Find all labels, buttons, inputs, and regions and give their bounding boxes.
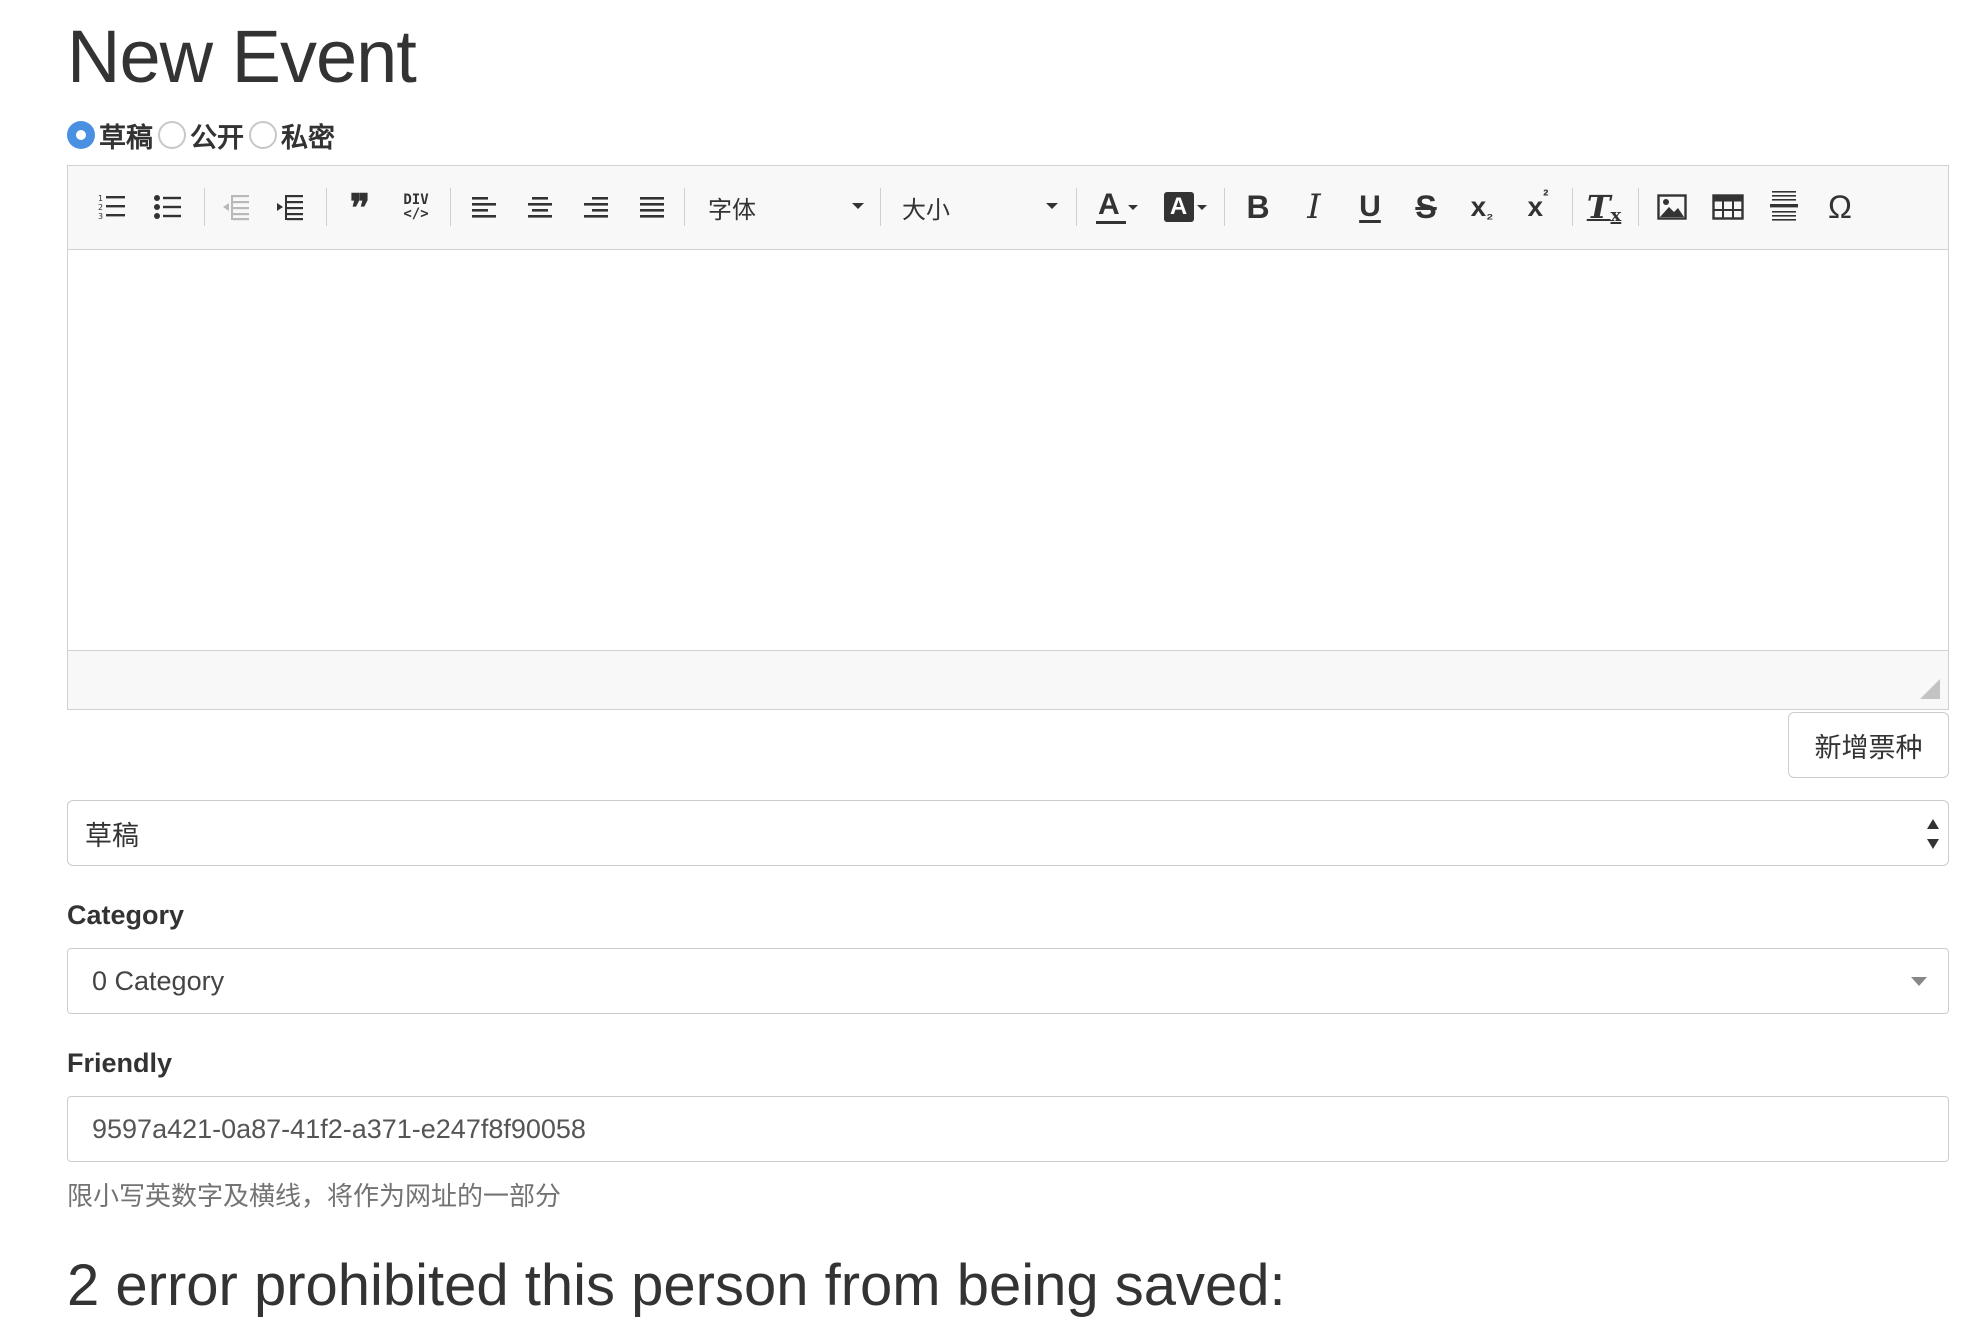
caret-down-icon [1128,204,1138,210]
font-size-select[interactable]: 大小 [902,184,1058,230]
toolbar-separator [1638,188,1639,226]
editor-content-area[interactable] [68,250,1948,650]
superscript-glyph-small: ² [1543,188,1549,205]
special-character-icon[interactable]: Ω [1818,184,1862,230]
table-icon[interactable] [1706,184,1750,230]
horizontal-line-icon[interactable] [1762,184,1806,230]
subscript-glyph: x [1470,191,1487,222]
text-color-icon[interactable]: A [1090,184,1144,230]
svg-text:2: 2 [98,203,103,212]
caret-down-icon [1196,204,1207,210]
align-right-icon[interactable] [574,184,618,230]
numbered-list-icon[interactable]: 123 [90,184,134,230]
toolbar-separator [1224,188,1225,226]
friendly-url-input[interactable] [67,1096,1949,1162]
text-color-glyph: A [1098,188,1120,221]
background-color-glyph: A [1163,192,1194,222]
editor-status-bar [68,650,1948,709]
toolbar-separator [1572,188,1573,226]
add-ticket-type-button[interactable]: 新增票种 [1788,712,1949,778]
remove-format-icon[interactable]: T x [1582,184,1626,230]
div-glyph-bottom: </> [403,206,429,222]
status-select-value: 草稿 [85,820,139,851]
page-title: New Event [67,15,417,98]
status-radio-group: 草稿 公开 私密 [67,115,340,155]
caret-down-icon [1046,203,1058,209]
caret-down-icon [852,203,864,209]
subscript-glyph-small: ₂ [1486,206,1494,223]
status-select[interactable]: 草稿 [67,800,1949,866]
toolbar-separator [204,188,205,226]
underline-icon[interactable]: U [1348,184,1392,230]
up-down-arrows-icon [1926,817,1940,851]
background-color-icon[interactable]: A [1158,184,1212,230]
remove-format-glyph-small: x [1610,204,1622,226]
subscript-icon[interactable]: x ₂ [1460,184,1504,230]
outdent-icon[interactable] [214,184,258,230]
category-select-value: 0 Category [92,965,225,996]
font-family-select[interactable]: 字体 [708,184,864,230]
superscript-icon[interactable]: x ² [1516,184,1560,230]
toolbar-separator [326,188,327,226]
font-size-label: 大小 [902,196,950,224]
rich-text-editor: 123 ❞ DIV </> 字体 大小 A A B I U S x ₂ x ² … [67,165,1949,710]
category-label: Category [67,900,185,930]
image-icon[interactable] [1650,184,1694,230]
chevron-down-icon [1911,977,1927,986]
blockquote-icon[interactable]: ❞ [338,184,382,230]
indent-icon[interactable] [268,184,312,230]
italic-glyph: I [1307,187,1321,227]
align-left-icon[interactable] [462,184,506,230]
align-center-icon[interactable] [518,184,562,230]
radio-draft-circle[interactable] [67,121,95,149]
font-family-label: 字体 [708,196,756,224]
toolbar-separator [1076,188,1077,226]
special-character-glyph: Ω [1828,188,1852,225]
radio-public-label: 公开 [190,122,244,153]
blockquote-glyph: ❞ [349,184,371,230]
div-glyph-top: DIV [403,192,429,208]
toolbar-separator [880,188,881,226]
radio-draft[interactable]: 草稿 [67,116,153,155]
editor-toolbar: 123 ❞ DIV </> 字体 大小 A A B I U S x ₂ x ² … [68,166,1948,250]
underline-glyph: U [1359,190,1381,223]
strikethrough-glyph: S [1415,188,1437,225]
category-select[interactable]: 0 Category [67,948,1949,1014]
svg-text:3: 3 [98,212,103,221]
superscript-glyph: x [1527,191,1544,222]
resize-handle-icon[interactable] [1920,679,1940,699]
strikethrough-icon[interactable]: S [1404,184,1448,230]
toolbar-separator [450,188,451,226]
text-color-glyph-box: A [1096,188,1126,224]
italic-icon[interactable]: I [1292,184,1336,230]
remove-format-glyph: T [1586,188,1611,226]
svg-text:1: 1 [98,194,103,203]
bulleted-list-icon[interactable] [146,184,190,230]
friendly-label: Friendly [67,1048,173,1078]
radio-public[interactable]: 公开 [158,116,244,155]
radio-private-label: 私密 [281,122,335,153]
radio-public-circle[interactable] [158,121,186,149]
div-container-icon[interactable]: DIV </> [394,184,438,230]
error-heading: 2 error prohibited this person from bein… [67,1253,1286,1318]
radio-private[interactable]: 私密 [249,116,335,155]
friendly-help-text: 限小写英数字及横线，将作为网址的一部分 [67,1181,562,1211]
toolbar-separator [684,188,685,226]
bold-icon[interactable]: B [1236,184,1280,230]
bold-glyph: B [1246,188,1270,225]
radio-private-circle[interactable] [249,121,277,149]
text-color-underline [1096,221,1126,224]
radio-draft-label: 草稿 [99,122,153,153]
align-justify-icon[interactable] [630,184,674,230]
